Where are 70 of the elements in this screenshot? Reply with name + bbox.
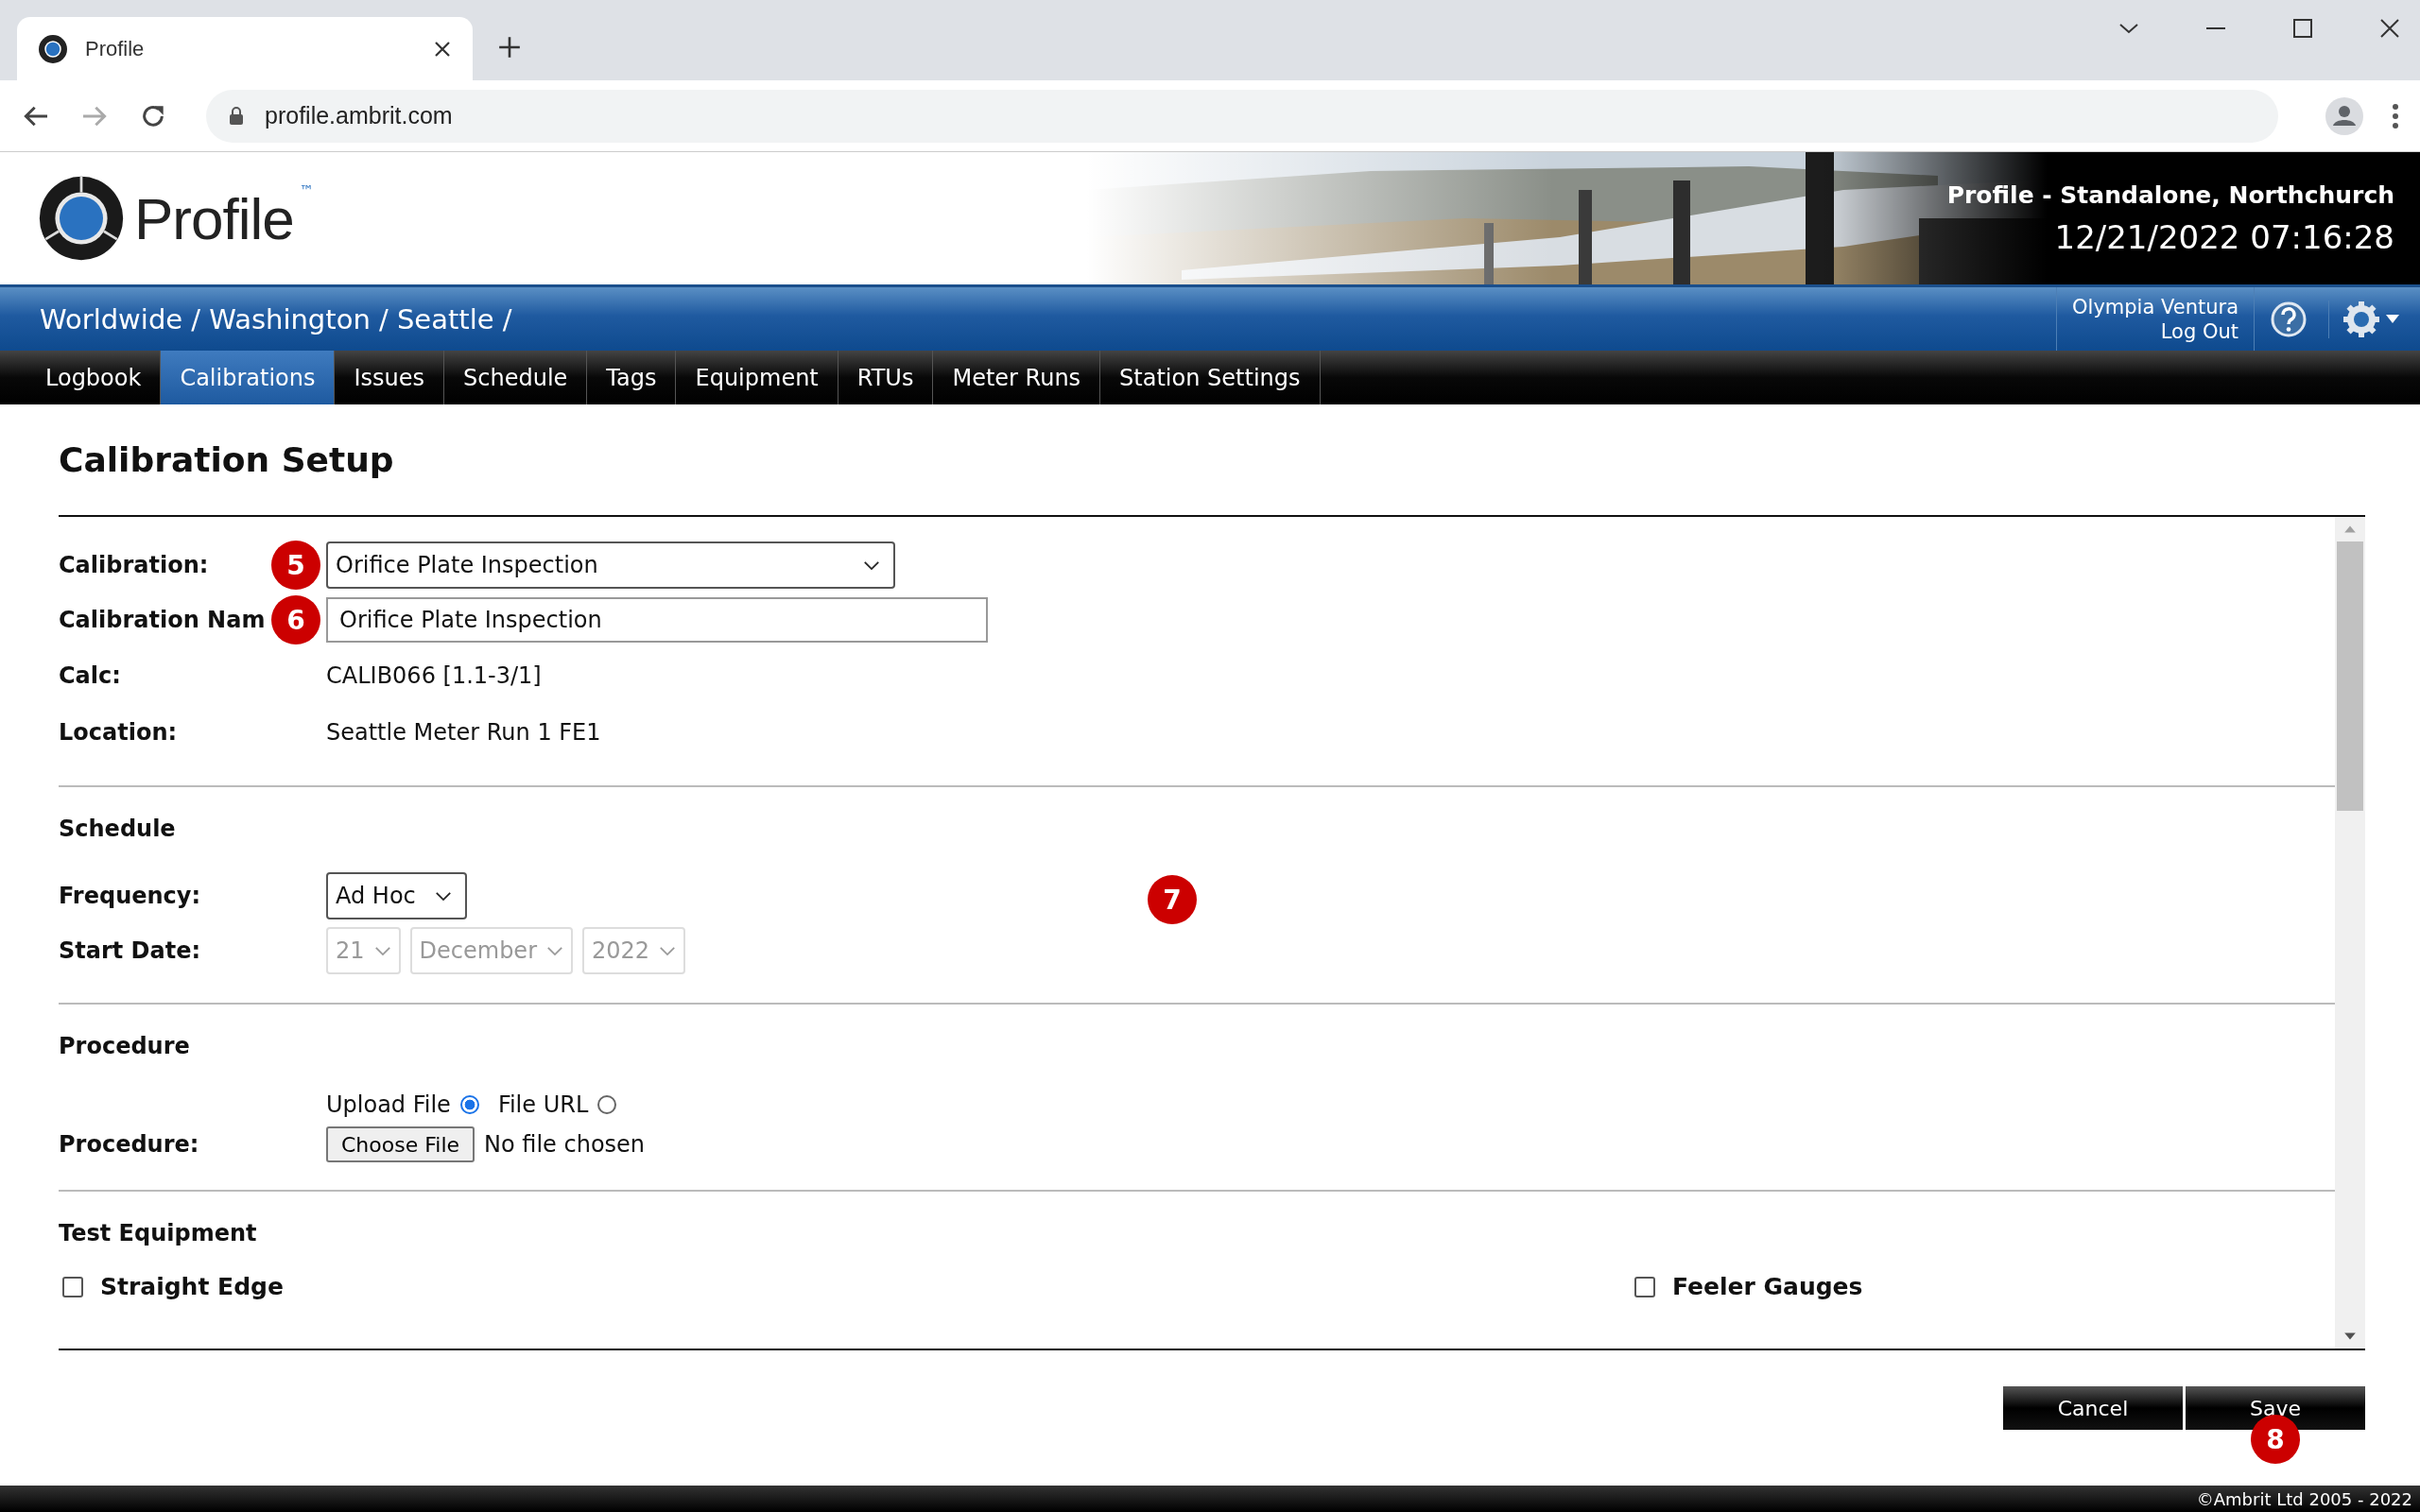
logo-text: Profile (134, 184, 294, 252)
nav-tab[interactable]: Equipment (676, 351, 838, 404)
close-icon[interactable] (433, 39, 452, 59)
checkbox[interactable] (62, 1276, 83, 1297)
scroll-down-icon[interactable] (2343, 1332, 2357, 1341)
chevron-down-icon (434, 890, 452, 902)
field-label: Start Date: (59, 937, 201, 964)
field-label: Calc: (59, 662, 121, 689)
nav-tab[interactable]: Issues (335, 351, 445, 404)
step-marker: 8 (2251, 1415, 2300, 1464)
checkbox-label: Straight Edge (100, 1273, 284, 1300)
radio-button[interactable] (597, 1095, 617, 1114)
checkbox-label: Feeler Gauges (1672, 1273, 1863, 1300)
trademark-text: ™ (299, 182, 314, 199)
nav-tab[interactable]: RTUs (838, 351, 934, 404)
tab-title: Profile (85, 36, 146, 61)
field-value: CALIB066 [1.1-3/1] (326, 662, 542, 689)
logout-link[interactable]: Log Out (2160, 318, 2238, 344)
nav-tab[interactable]: Meter Runs (933, 351, 1101, 404)
save-button[interactable]: Save (2186, 1386, 2365, 1430)
section-heading: Schedule (59, 815, 177, 844)
logo-icon (38, 175, 125, 262)
radio-button[interactable] (459, 1095, 479, 1114)
chevron-down-icon (373, 945, 391, 956)
url-text: profile.ambrit.com (265, 102, 453, 129)
user-name: Olympia Ventura (2072, 294, 2238, 319)
field-value: Seattle Meter Run 1 FE1 (326, 719, 601, 746)
chevron-down-icon (659, 945, 677, 956)
browser-tab[interactable]: Profile (17, 17, 473, 80)
frequency-select[interactable]: Ad Hoc (326, 872, 467, 919)
radio-label: File URL (497, 1091, 589, 1118)
field-label: Calibration Nam (59, 607, 266, 633)
field-label: Location: (59, 719, 178, 746)
lock-icon (229, 106, 244, 126)
breadcrumb[interactable]: Worldwide / Washington / Seattle / (40, 302, 2057, 335)
calibration-select[interactable]: Orifice Plate Inspection (326, 541, 895, 589)
nav-tab[interactable]: Schedule (444, 351, 588, 404)
nav-tab[interactable]: Station Settings (1100, 351, 1321, 404)
section-heading: Procedure (59, 1032, 191, 1061)
close-icon[interactable] (2378, 17, 2401, 40)
radio-label: Upload File (326, 1091, 451, 1118)
nav-tab[interactable]: Tags (587, 351, 677, 404)
chevron-down-icon (546, 945, 563, 956)
section-heading: Test Equipment (59, 1219, 258, 1248)
help-icon[interactable] (2270, 300, 2308, 338)
step-marker: 6 (271, 595, 320, 644)
scrollbar[interactable] (2335, 517, 2365, 1349)
field-label: Calibration: (59, 552, 209, 578)
menu-icon[interactable] (2392, 102, 2399, 129)
date-time: 12/21/2022 07:16:28 (2054, 217, 2394, 256)
nav-tab[interactable]: Calibrations (161, 351, 336, 404)
logo-icon (38, 33, 68, 64)
step-marker: 7 (1148, 875, 1197, 924)
page-title: Calibration Setup (59, 440, 394, 479)
field-label: Frequency: (59, 883, 201, 909)
scrollbar-thumb[interactable] (2337, 541, 2363, 811)
field-label: Procedure: (59, 1131, 199, 1158)
checkbox[interactable] (1634, 1276, 1655, 1297)
system-title: Profile - Standalone, Northchurch (1946, 180, 2394, 209)
chevron-down-icon (863, 559, 880, 571)
choose-file-button[interactable]: Choose File (326, 1126, 475, 1162)
address-bar[interactable]: profile.ambrit.com (206, 89, 2278, 143)
file-status: No file chosen (484, 1131, 646, 1158)
maximize-icon[interactable] (2291, 17, 2314, 40)
copyright-text: ©Ambrit Ltd 2005 - 2022 (2196, 1488, 2412, 1509)
calibration-name-field[interactable]: Orifice Plate Inspection (326, 597, 988, 643)
profile-avatar-icon[interactable] (2325, 96, 2363, 135)
cancel-button[interactable]: Cancel (2003, 1386, 2183, 1430)
step-marker: 5 (271, 541, 320, 590)
plus-icon[interactable] (497, 35, 522, 60)
